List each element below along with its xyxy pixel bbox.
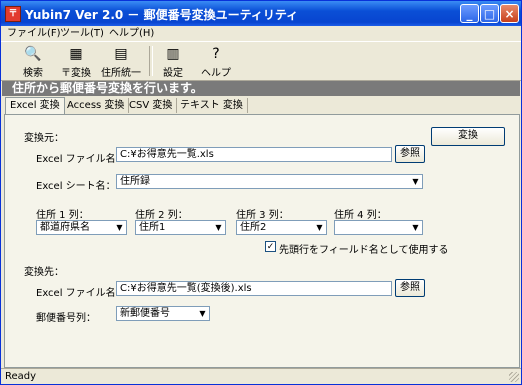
- settings-label: 設定: [163, 68, 183, 79]
- sheet-select[interactable]: 住所録 ▼: [116, 174, 423, 189]
- source-section-label: 変換元：: [24, 133, 64, 144]
- convert-button[interactable]: 変換: [431, 127, 505, 146]
- excel-tab-panel: 変換元： Excel ファイル名： C:¥お得意先一覧.xls 参照 Excel…: [4, 114, 520, 368]
- zip-convert-label: 〒変換: [61, 68, 91, 79]
- chevron-down-icon[interactable]: ▼: [113, 221, 126, 234]
- chevron-down-icon[interactable]: ▼: [313, 221, 326, 234]
- app-window: 〒 Yubin7 Ver 2.0 － 郵便番号変換ユーティリティ _ □ × フ…: [0, 0, 522, 385]
- zip-column-select[interactable]: 新郵便番号 ▼: [116, 306, 210, 321]
- column4-select[interactable]: ▼: [334, 220, 423, 235]
- title-bar: 〒 Yubin7 Ver 2.0 － 郵便番号変換ユーティリティ _ □ ×: [1, 1, 521, 26]
- menu-file[interactable]: ファイル(F): [7, 26, 61, 41]
- dest-browse-button[interactable]: 参照: [395, 279, 425, 297]
- tab-text[interactable]: テキスト 変換: [176, 98, 248, 113]
- sheet-label: Excel シート名：: [36, 181, 116, 192]
- search-icon: 🔍: [24, 46, 42, 62]
- convert-icon: ▦: [69, 46, 83, 62]
- zip-column-value: 新郵便番号: [120, 308, 170, 319]
- chevron-down-icon[interactable]: ▼: [409, 221, 422, 234]
- chevron-down-icon[interactable]: ▼: [212, 221, 225, 234]
- column2-value: 住所1: [139, 222, 166, 233]
- chevron-down-icon[interactable]: ▼: [409, 175, 422, 188]
- dest-file-input[interactable]: C:¥お得意先一覧(変換後).xls: [116, 281, 392, 296]
- column2-select[interactable]: 住所1 ▼: [135, 220, 226, 235]
- window-title: Yubin7 Ver 2.0 － 郵便番号変換ユーティリティ: [25, 8, 299, 22]
- tab-excel[interactable]: Excel 変換: [5, 97, 65, 114]
- help-icon: ?: [212, 46, 220, 62]
- minimize-button[interactable]: _: [460, 4, 479, 23]
- column3-value: 住所2: [240, 222, 267, 233]
- app-icon: 〒: [5, 6, 21, 22]
- source-browse-button[interactable]: 参照: [395, 145, 425, 163]
- search-button[interactable]: 🔍 検索: [16, 44, 50, 79]
- status-bar: Ready: [1, 368, 521, 384]
- column1-select[interactable]: 都道府県名 ▼: [36, 220, 127, 235]
- status-text: Ready: [5, 371, 37, 382]
- column4-label: 住所 4 列：: [334, 210, 387, 221]
- column3-label: 住所 3 列：: [236, 210, 289, 221]
- toolbar: 🔍 検索 ▦ 〒変換 ▤ 住所統一 ▥ 設定 ? ヘルプ: [1, 41, 521, 81]
- dest-file-label: Excel ファイル名：: [36, 288, 126, 299]
- address-unify-label: 住所統一: [101, 68, 141, 79]
- source-file-input[interactable]: C:¥お得意先一覧.xls: [116, 147, 392, 162]
- chevron-down-icon[interactable]: ▼: [196, 307, 209, 320]
- help-label: ヘルプ: [201, 68, 231, 79]
- address-unify-button[interactable]: ▤ 住所統一: [98, 44, 144, 79]
- menu-help[interactable]: ヘルプ(H): [109, 26, 154, 41]
- sheet-select-value: 住所録: [120, 176, 150, 187]
- column1-label: 住所 1 列：: [36, 210, 89, 221]
- help-button[interactable]: ? ヘルプ: [199, 44, 233, 79]
- header-row-label: 先頭行をフィールド名として使用する: [279, 245, 449, 256]
- source-file-label: Excel ファイル名：: [36, 154, 126, 165]
- zip-convert-button[interactable]: ▦ 〒変換: [56, 44, 96, 79]
- unify-icon: ▤: [114, 46, 128, 62]
- menu-tools[interactable]: ツール(T): [60, 26, 104, 41]
- column2-label: 住所 2 列：: [135, 210, 188, 221]
- column1-value: 都道府県名: [40, 222, 90, 233]
- settings-icon: ▥: [166, 46, 180, 62]
- dest-section-label: 変換先：: [24, 267, 64, 278]
- zip-column-label: 郵便番号列：: [36, 313, 96, 324]
- search-label: 検索: [23, 68, 43, 79]
- close-button[interactable]: ×: [500, 4, 519, 23]
- info-banner: 住所から郵便番号変換を行います。: [2, 81, 520, 96]
- tab-csv[interactable]: CSV 変換: [125, 98, 178, 113]
- settings-button[interactable]: ▥ 設定: [156, 44, 190, 79]
- menu-bar: ファイル(F) ツール(T) ヘルプ(H): [1, 26, 521, 41]
- toolbar-separator: [149, 46, 153, 76]
- resize-grip-icon[interactable]: [509, 372, 519, 382]
- maximize-button[interactable]: □: [480, 4, 499, 23]
- column3-select[interactable]: 住所2 ▼: [236, 220, 327, 235]
- tab-access[interactable]: Access 変換: [63, 98, 130, 113]
- header-row-checkbox[interactable]: ✓: [265, 241, 276, 252]
